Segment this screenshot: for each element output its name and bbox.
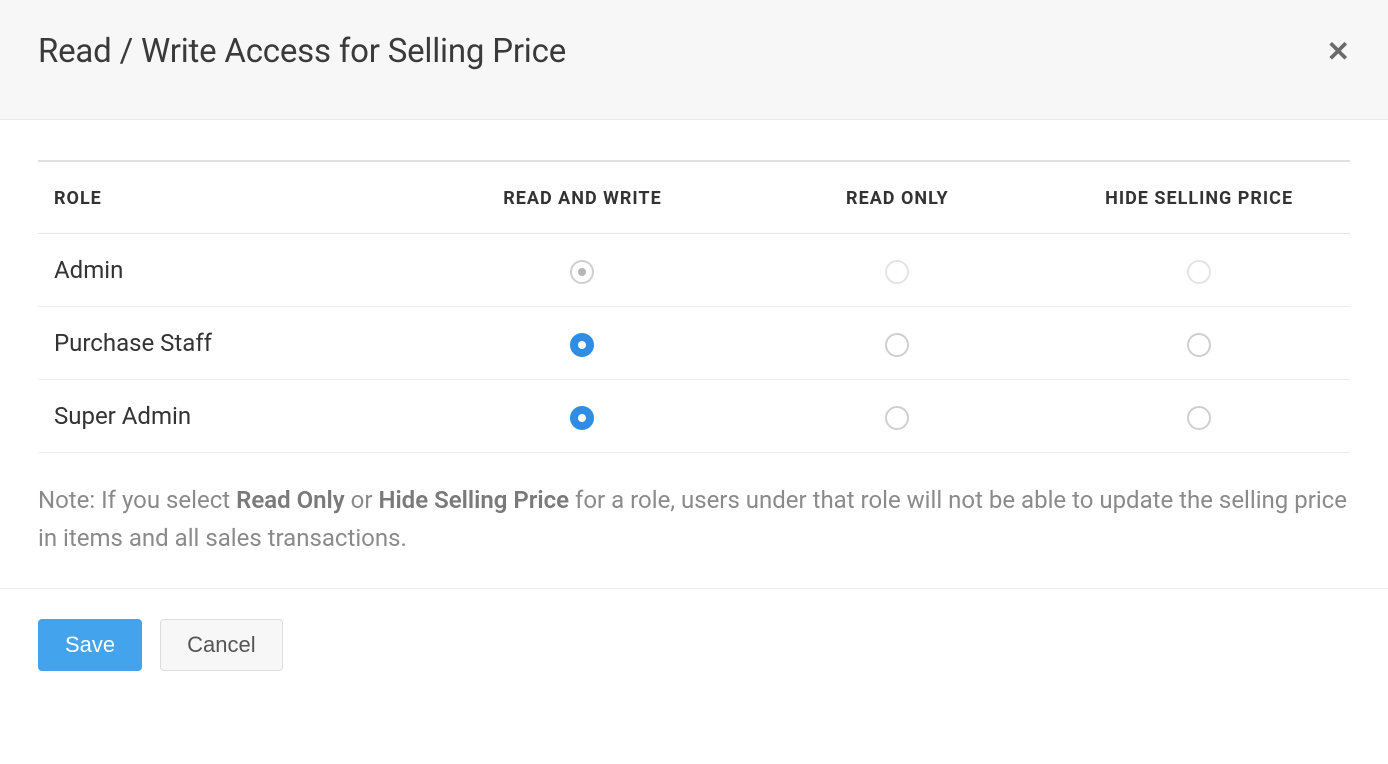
radio-hide bbox=[1187, 260, 1211, 284]
access-dialog: Read / Write Access for Selling Price ✕ … bbox=[0, 0, 1388, 701]
table-row: Purchase Staff bbox=[38, 307, 1350, 380]
note-strong-hide: Hide Selling Price bbox=[378, 486, 569, 514]
dialog-title: Read / Write Access for Selling Price bbox=[38, 32, 566, 71]
table-row: Admin bbox=[38, 234, 1350, 307]
dialog-header: Read / Write Access for Selling Price ✕ bbox=[0, 0, 1388, 120]
col-read-only: READ ONLY bbox=[746, 161, 1048, 234]
radio-read-only[interactable] bbox=[885, 333, 909, 357]
radio-read-only[interactable] bbox=[885, 406, 909, 430]
radio-hide[interactable] bbox=[1187, 333, 1211, 357]
close-icon[interactable]: ✕ bbox=[1327, 38, 1350, 66]
role-name: Super Admin bbox=[38, 380, 418, 453]
note-prefix: Note: If you select bbox=[38, 486, 236, 514]
save-button[interactable]: Save bbox=[38, 619, 142, 671]
col-role: ROLE bbox=[38, 161, 418, 234]
radio-read-write[interactable] bbox=[570, 406, 594, 430]
role-name: Purchase Staff bbox=[38, 307, 418, 380]
radio-read-write[interactable] bbox=[570, 333, 594, 357]
dialog-body: ROLE READ AND WRITE READ ONLY HIDE SELLI… bbox=[0, 120, 1388, 588]
radio-read-write bbox=[570, 260, 594, 284]
radio-read-only bbox=[885, 260, 909, 284]
table-row: Super Admin bbox=[38, 380, 1350, 453]
table-header-row: ROLE READ AND WRITE READ ONLY HIDE SELLI… bbox=[38, 161, 1350, 234]
note-text: Note: If you select Read Only or Hide Se… bbox=[38, 481, 1350, 558]
cancel-button[interactable]: Cancel bbox=[160, 619, 282, 671]
note-strong-read-only: Read Only bbox=[236, 486, 345, 514]
role-name: Admin bbox=[38, 234, 418, 307]
col-hide: HIDE SELLING PRICE bbox=[1048, 161, 1350, 234]
dialog-footer: Save Cancel bbox=[0, 588, 1388, 701]
col-read-write: READ AND WRITE bbox=[418, 161, 746, 234]
radio-hide[interactable] bbox=[1187, 406, 1211, 430]
roles-table: ROLE READ AND WRITE READ ONLY HIDE SELLI… bbox=[38, 160, 1350, 453]
note-mid: or bbox=[345, 486, 379, 514]
